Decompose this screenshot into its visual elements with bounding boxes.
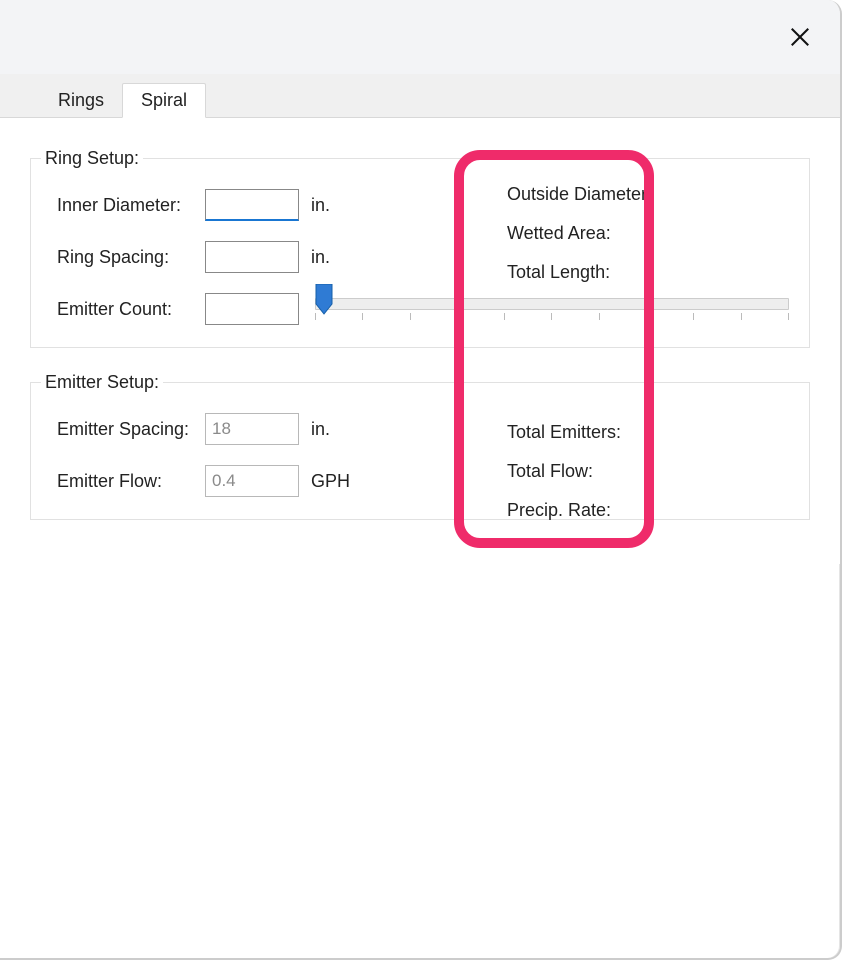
close-icon [789, 26, 811, 48]
ring-setup-outputs: Outside Diameter: Wetted Area: Total Len… [507, 175, 809, 292]
emitter-flow-unit: GPH [311, 471, 365, 492]
emitter-count-label: Emitter Count: [45, 299, 205, 320]
output-precip-rate: Precip. Rate: [507, 491, 809, 530]
close-button[interactable] [782, 19, 818, 55]
emitter-count-field-wrap [205, 293, 299, 325]
ring-setup-legend: Ring Setup: [41, 148, 143, 169]
slider-track [315, 298, 789, 310]
inner-diameter-input[interactable] [205, 189, 299, 221]
emitter-spacing-unit: in. [311, 419, 365, 440]
row-emitter-count: Emitter Count: [45, 293, 789, 325]
slider-thumb-icon [314, 284, 334, 316]
ring-spacing-field-wrap [205, 241, 299, 273]
slider-thumb[interactable] [314, 284, 334, 314]
ring-spacing-label: Ring Spacing: [45, 247, 205, 268]
tab-content: Ring Setup: Inner Diameter: in. Ring Spa… [0, 118, 840, 564]
emitter-flow-input[interactable] [205, 465, 299, 497]
tab-spiral[interactable]: Spiral [122, 83, 206, 118]
emitter-count-input[interactable] [205, 293, 299, 325]
emitter-flow-label: Emitter Flow: [45, 471, 205, 492]
tabs: Rings Spiral [0, 74, 840, 118]
emitter-setup-legend: Emitter Setup: [41, 372, 163, 393]
inner-diameter-field-wrap [205, 189, 299, 221]
emitter-setup-section: Emitter Setup: Emitter Spacing: in. Emit… [30, 372, 810, 520]
slider-ticks [315, 313, 789, 323]
output-total-flow: Total Flow: [507, 452, 809, 491]
inner-diameter-unit: in. [311, 195, 365, 216]
ring-setup-section: Ring Setup: Inner Diameter: in. Ring Spa… [30, 148, 810, 348]
emitter-spacing-input[interactable] [205, 413, 299, 445]
titlebar [0, 0, 840, 74]
ring-spacing-input[interactable] [205, 241, 299, 273]
inner-diameter-label: Inner Diameter: [45, 195, 205, 216]
output-wetted-area: Wetted Area: [507, 214, 809, 253]
output-total-emitters: Total Emitters: [507, 413, 809, 452]
ring-spacing-unit: in. [311, 247, 365, 268]
emitter-spacing-field-wrap [205, 413, 299, 445]
tab-rings[interactable]: Rings [40, 82, 122, 117]
emitter-setup-outputs: Total Emitters: Total Flow: Precip. Rate… [507, 413, 809, 530]
emitter-spacing-label: Emitter Spacing: [45, 419, 205, 440]
output-outside-diameter: Outside Diameter: [507, 175, 809, 214]
output-total-length: Total Length: [507, 253, 809, 292]
emitter-count-slider[interactable] [315, 291, 789, 327]
dialog-window: Rings Spiral Ring Setup: Inner Diameter:… [0, 0, 842, 960]
emitter-flow-field-wrap [205, 465, 299, 497]
